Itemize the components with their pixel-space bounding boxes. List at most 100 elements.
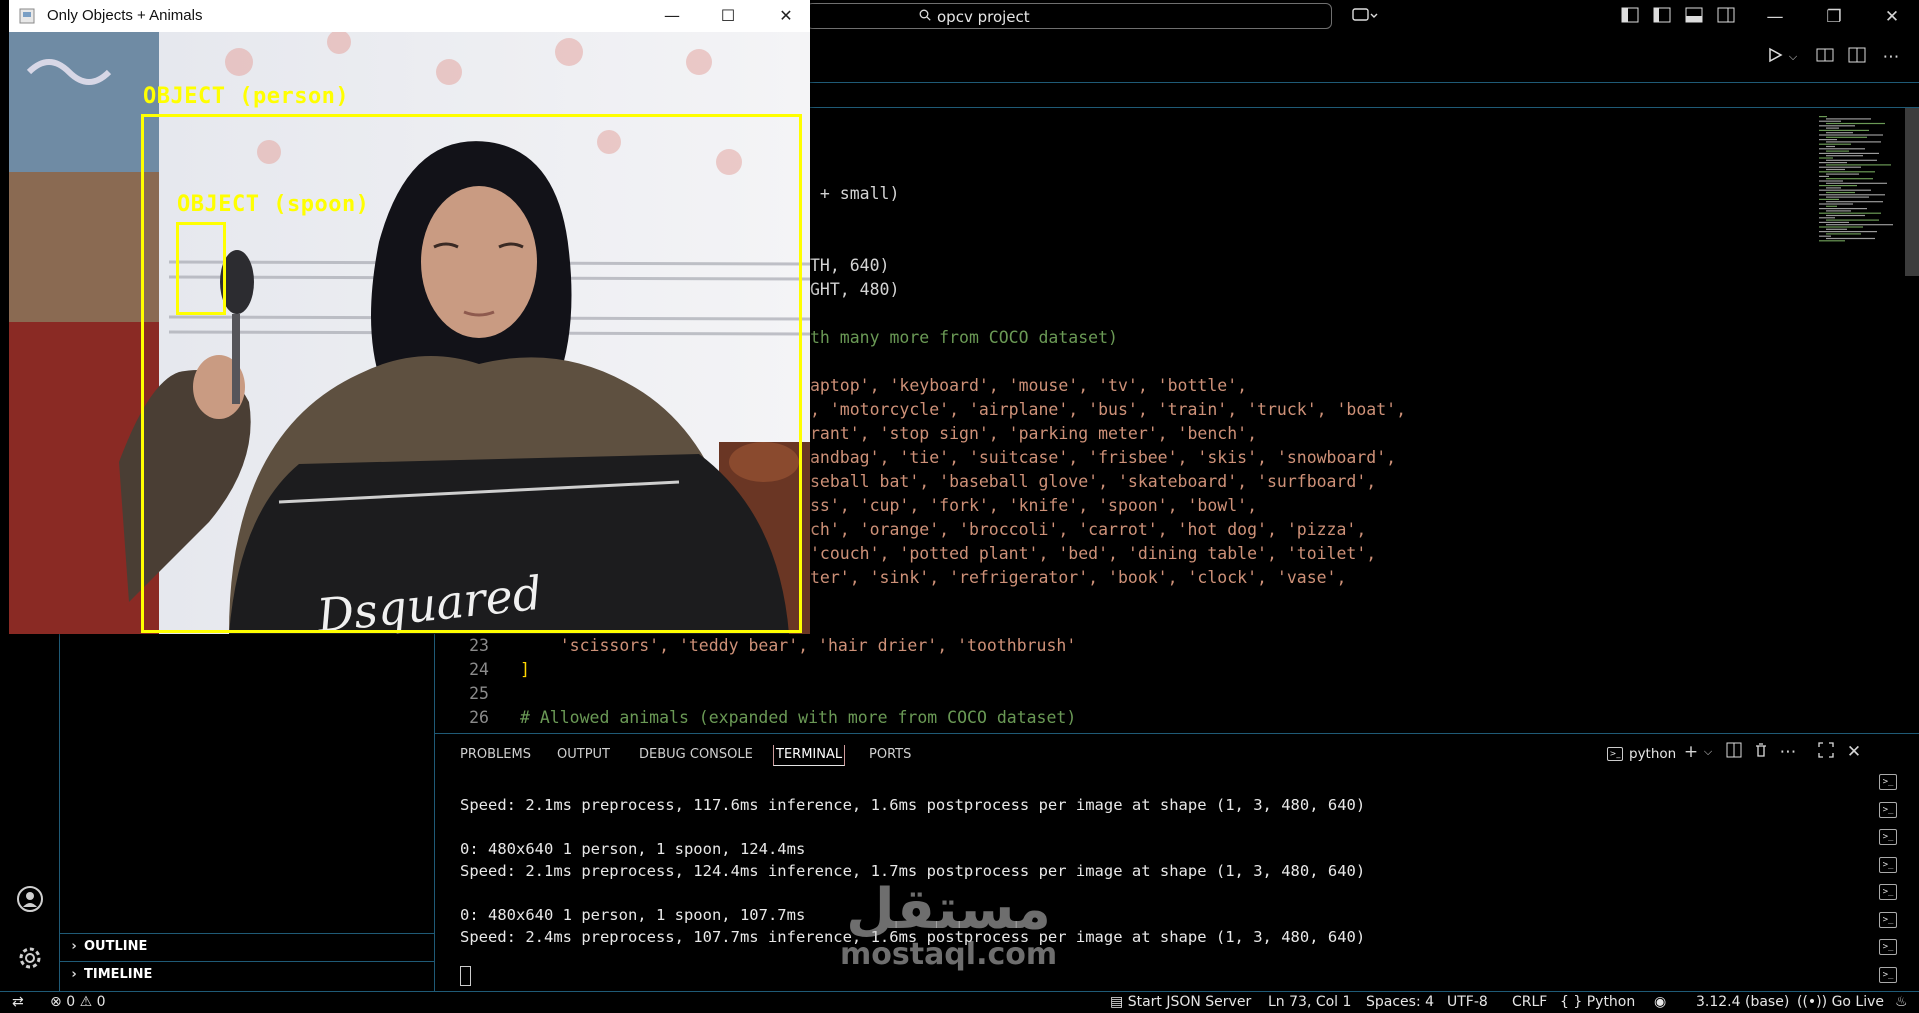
terminal-instance-icon[interactable]: >_	[1879, 856, 1897, 873]
bottom-panel: PROBLEMS OUTPUT DEBUG CONSOLE TERMINAL PORTS…	[435, 733, 1919, 992]
terminal-icon: >_	[1607, 747, 1623, 761]
maximize-panel-icon[interactable]	[1816, 742, 1836, 762]
minimap-line	[1819, 217, 1835, 219]
minimap-line	[1826, 219, 1879, 221]
minimap-line	[1819, 116, 1827, 118]
line-number: 24	[469, 660, 489, 679]
toggle-sidebar-icon[interactable]	[1652, 7, 1672, 27]
terminal-instance-icon[interactable]: >_	[1879, 966, 1897, 983]
python-interpreter[interactable]: 3.12.4 (base)	[1696, 992, 1789, 1013]
opencv-window[interactable]: Only Objects + Animals — ☐ ✕ Dsquared OB…	[9, 0, 810, 634]
close-panel-icon[interactable]: ✕	[1844, 742, 1864, 762]
minimap-line	[1826, 150, 1849, 152]
end-of-line[interactable]: CRLF	[1512, 992, 1547, 1013]
terminal-instance-icon[interactable]: >_	[1879, 939, 1897, 955]
detection-label-spoon: OBJECT (spoon)	[177, 192, 370, 217]
close-icon[interactable]: ✕	[763, 0, 809, 32]
indentation[interactable]: Spaces: 4	[1366, 992, 1434, 1013]
timeline-label: TIMELINE	[84, 967, 153, 982]
minimap-line	[1826, 164, 1891, 166]
minimap-line	[1826, 118, 1871, 120]
chevron-right-icon: ›	[71, 967, 77, 982]
close-icon[interactable]: ✕	[1882, 7, 1902, 27]
code-line: 23 'scissors', 'teddy bear', 'hair drier…	[435, 634, 1735, 658]
terminal-instance-icon[interactable]: >_	[1879, 829, 1897, 845]
split-editor-icon[interactable]	[1847, 47, 1867, 67]
panel-tab-ports[interactable]: PORTS	[869, 745, 911, 765]
minimap-line	[1819, 125, 1855, 127]
toggle-panel-icon[interactable]	[1684, 7, 1704, 27]
minimap-line	[1819, 212, 1881, 214]
restore-icon[interactable]: ❐	[1824, 7, 1844, 27]
minimize-icon[interactable]: —	[649, 0, 695, 32]
copilot-icon[interactable]: ◉	[1654, 992, 1666, 1013]
chevron-down-icon[interactable]: ⌵	[1698, 742, 1718, 762]
minimap-line	[1819, 171, 1875, 173]
panel-tab-terminal[interactable]: TERMINAL	[773, 745, 846, 766]
terminal-instance-icon[interactable]: >_	[1879, 884, 1897, 900]
more-actions-icon[interactable]: ⋯	[1881, 47, 1901, 67]
minimap-line	[1819, 134, 1883, 136]
panel-tab-output[interactable]: OUTPUT	[557, 745, 610, 765]
go-live-button[interactable]: ((•)) Go Live	[1797, 992, 1884, 1013]
editor-scrollbar[interactable]	[1905, 108, 1919, 276]
account-icon[interactable]	[15, 884, 45, 914]
code-fragment: andbag', 'tie', 'suitcase', 'frisbee', '…	[810, 448, 1397, 467]
line-number: 23	[469, 636, 489, 655]
settings-gear-icon[interactable]	[15, 943, 45, 973]
minimap-line	[1826, 159, 1877, 161]
terminal-selector[interactable]: >_ python	[1607, 746, 1676, 762]
remote-icon[interactable]: ⇄	[12, 992, 24, 1013]
minimap-line	[1826, 201, 1883, 203]
open-preview-icon[interactable]	[1815, 47, 1835, 67]
outline-section[interactable]: › OUTLINE	[60, 933, 434, 960]
app-icon	[19, 8, 35, 24]
copilot-chat-icon[interactable]	[1350, 7, 1380, 27]
line-code: ]	[520, 660, 530, 679]
minimize-icon[interactable]: —	[1765, 7, 1785, 27]
minimap-line	[1819, 180, 1843, 182]
toggle-secondary-sidebar-icon[interactable]	[1716, 7, 1736, 27]
notifications-bell-icon[interactable]: ♨	[1895, 992, 1908, 1013]
minimap-line	[1819, 203, 1853, 205]
toggle-primary-sidebar-icon[interactable]	[1620, 7, 1640, 27]
terminal-instance-icon[interactable]: >_	[1879, 801, 1897, 818]
more-actions-icon[interactable]: ⋯	[1778, 742, 1798, 762]
maximize-icon[interactable]: ☐	[705, 0, 751, 32]
minimap-line	[1826, 187, 1841, 189]
minimap[interactable]	[1809, 108, 1919, 732]
minimap-line	[1819, 194, 1885, 196]
warning-count: 0	[96, 994, 106, 1010]
terminal-instance-list: >_ >_ >_ >_ >_ >_ >_ >_	[1879, 774, 1903, 994]
braces-icon: { }	[1560, 994, 1583, 1010]
split-terminal-icon[interactable]	[1724, 742, 1744, 762]
warning-icon: ⚠	[79, 994, 93, 1010]
minimap-line	[1826, 132, 1853, 134]
terminal-instance-icon[interactable]: >_	[1879, 774, 1897, 790]
line-code: # Allowed animals (expanded with more fr…	[520, 708, 1077, 727]
panel-tab-debug-console[interactable]: DEBUG CONSOLE	[639, 745, 753, 765]
problems-status[interactable]: ⊗ 0 ⚠ 0	[50, 992, 106, 1013]
json-server-status[interactable]: ▤ Start JSON Server	[1110, 992, 1251, 1013]
panel-tab-problems[interactable]: PROBLEMS	[460, 745, 531, 765]
run-python-icon[interactable]	[1765, 47, 1785, 67]
minimap-line	[1826, 196, 1869, 198]
language-mode[interactable]: { } Python	[1560, 992, 1635, 1013]
chevron-down-icon[interactable]: ⌵	[1783, 47, 1803, 67]
terminal-instance-icon[interactable]: >_	[1879, 911, 1897, 928]
minimap-line	[1819, 166, 1861, 168]
trash-icon[interactable]	[1751, 742, 1771, 762]
minimap-line	[1826, 141, 1881, 143]
terminal-line: 0: 480x640 1 person, 1 spoon, 124.4ms	[460, 840, 806, 858]
encoding[interactable]: UTF-8	[1447, 992, 1488, 1013]
command-center-search[interactable]: opcv project	[806, 3, 1332, 29]
minimap-line	[1819, 162, 1847, 164]
minimap-line	[1819, 189, 1871, 191]
minimap-line	[1819, 235, 1831, 237]
terminal-name: python	[1629, 746, 1677, 762]
opencv-window-title: Only Objects + Animals	[47, 7, 203, 24]
timeline-section[interactable]: › TIMELINE	[60, 961, 434, 988]
cursor-position[interactable]: Ln 73, Col 1	[1268, 992, 1351, 1013]
minimap-line	[1819, 157, 1833, 159]
opencv-window-titlebar[interactable]: Only Objects + Animals — ☐ ✕	[9, 0, 810, 32]
